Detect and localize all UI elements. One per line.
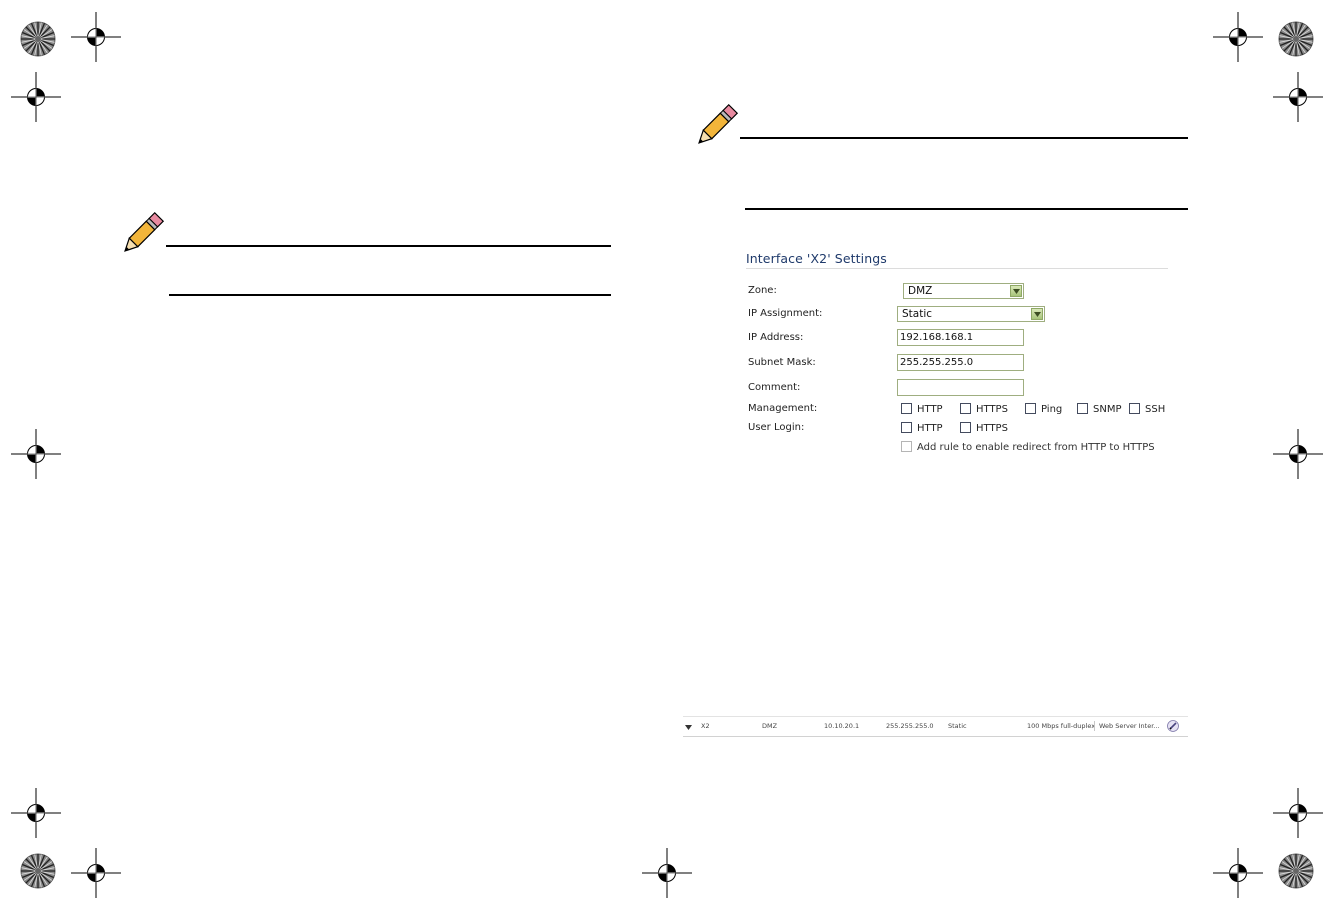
crosshair-icon <box>70 847 122 899</box>
panel-title: Interface 'X2' Settings <box>746 251 1168 269</box>
ip-address-label: IP Address: <box>748 332 804 343</box>
crosshair-icon <box>10 428 62 480</box>
ip-assignment-select[interactable]: Static <box>897 306 1045 322</box>
pencil-icon <box>698 103 739 144</box>
management-snmp-label: SNMP <box>1093 404 1122 415</box>
row-assignment: Static <box>948 722 967 730</box>
crosshair-icon <box>10 71 62 123</box>
crosshair-icon <box>1272 787 1324 839</box>
crosshair-icon <box>1212 847 1264 899</box>
ip-assignment-select-value: Static <box>902 308 933 320</box>
row-name: X2 <box>701 722 710 730</box>
crosshair-icon <box>70 11 122 63</box>
ip-address-field[interactable]: 192.168.168.1 <box>897 329 1024 346</box>
row-status: 100 Mbps full-duplex <box>1027 722 1096 730</box>
comment-label: Comment: <box>748 382 801 393</box>
note-rule-top <box>166 245 611 247</box>
user-login-label: User Login: <box>748 422 805 433</box>
crosshair-icon <box>1272 71 1324 123</box>
management-label: Management: <box>748 403 818 414</box>
user-login-https-label: HTTPS <box>976 423 1008 434</box>
note-rule-top <box>740 137 1188 139</box>
management-ping-checkbox[interactable] <box>1025 403 1036 414</box>
management-https-label: HTTPS <box>976 404 1008 415</box>
ip-assignment-label: IP Assignment: <box>748 308 823 319</box>
ip-address-value: 192.168.168.1 <box>900 332 974 343</box>
starburst-icon <box>1278 21 1314 57</box>
crosshair-icon <box>641 847 693 899</box>
starburst-icon <box>1278 853 1314 889</box>
zone-select[interactable]: DMZ <box>903 283 1024 299</box>
row-comment: Web Server Inter... <box>1099 722 1160 730</box>
user-login-http-checkbox[interactable] <box>901 422 912 433</box>
zone-select-value: DMZ <box>908 285 933 297</box>
subnet-mask-value: 255.255.255.0 <box>900 357 974 368</box>
row-zone: DMZ <box>762 722 778 730</box>
chevron-down-icon[interactable] <box>1031 308 1043 320</box>
redirect-checkbox[interactable] <box>901 441 912 452</box>
crosshair-icon <box>1272 428 1324 480</box>
row-subnet: 255.255.255.0 <box>886 722 934 730</box>
zone-label: Zone: <box>748 285 777 296</box>
management-ping-label: Ping <box>1041 404 1063 415</box>
management-https-checkbox[interactable] <box>960 403 971 414</box>
comment-field[interactable] <box>897 379 1024 396</box>
management-ssh-checkbox[interactable] <box>1129 403 1140 414</box>
crosshair-icon <box>10 787 62 839</box>
user-login-https-checkbox[interactable] <box>960 422 971 433</box>
note-rule-bottom <box>169 294 611 296</box>
row-ip: 10.10.20.1 <box>824 722 860 730</box>
starburst-icon <box>20 21 56 57</box>
subnet-mask-label: Subnet Mask: <box>748 357 816 368</box>
starburst-icon <box>20 853 56 889</box>
management-ssh-label: SSH <box>1145 404 1166 415</box>
management-http-label: HTTP <box>917 404 943 415</box>
redirect-label: Add rule to enable redirect from HTTP to… <box>917 442 1155 453</box>
pencil-icon <box>124 211 165 252</box>
management-snmp-checkbox[interactable] <box>1077 403 1088 414</box>
interface-table-row[interactable]: X2 DMZ 10.10.20.1 255.255.255.0 Static 1… <box>683 716 1188 737</box>
edit-icon[interactable] <box>1167 720 1179 732</box>
row-divider <box>1094 721 1095 731</box>
chevron-down-icon[interactable] <box>1010 285 1022 297</box>
user-login-http-label: HTTP <box>917 423 943 434</box>
triangle-down-icon[interactable] <box>685 725 692 730</box>
note-rule-bottom <box>745 208 1188 210</box>
crosshair-icon <box>1212 11 1264 63</box>
management-http-checkbox[interactable] <box>901 403 912 414</box>
subnet-mask-field[interactable]: 255.255.255.0 <box>897 354 1024 371</box>
